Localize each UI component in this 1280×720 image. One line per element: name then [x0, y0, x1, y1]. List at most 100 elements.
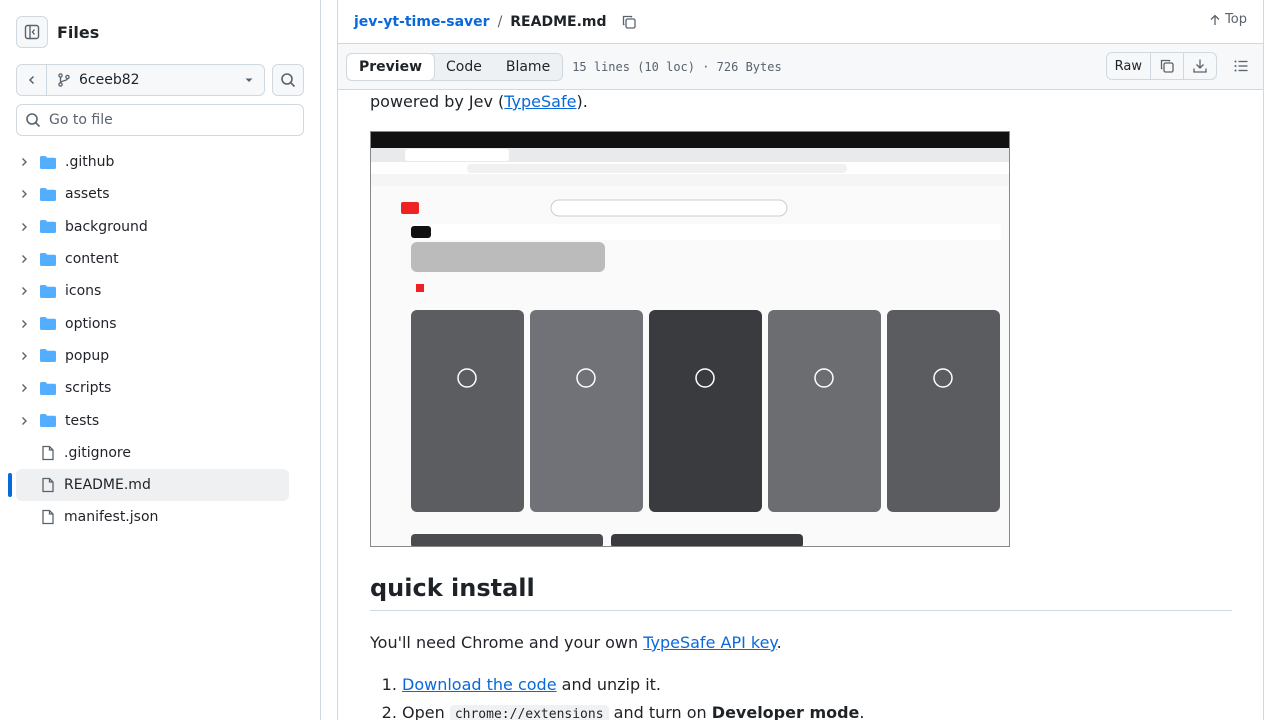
copy-raw-button[interactable]	[1151, 53, 1184, 79]
inline-code: chrome://extensions	[449, 705, 609, 720]
sidebar-header: Files	[16, 16, 99, 48]
typesafe-link[interactable]: TypeSafe	[504, 92, 576, 111]
tree-item-manifest[interactable]: manifest.json	[0, 501, 320, 533]
branch-selector[interactable]: 6ceeb82	[16, 64, 265, 96]
branch-row: 6ceeb82	[16, 64, 304, 96]
tree-item-label: .gitignore	[64, 444, 131, 461]
tree-item-gitignore[interactable]: .gitignore	[0, 437, 320, 469]
view-mode-tabs: Preview Code Blame	[346, 52, 564, 81]
section-heading-quick-install: quick install	[370, 574, 1232, 611]
readme-content: powered by Jev (TypeSafe). quick install…	[370, 90, 1232, 720]
breadcrumb-repo-link[interactable]: jev-yt-time-saver	[354, 14, 490, 30]
tab-blame[interactable]: Blame	[494, 54, 562, 80]
folder-icon	[39, 284, 57, 299]
back-button[interactable]	[17, 65, 47, 95]
breadcrumb: jev-yt-time-saver / README.md Top	[338, 0, 1263, 44]
chevron-right-icon[interactable]	[16, 416, 32, 426]
go-to-file-input[interactable]	[49, 112, 289, 128]
tree-item-github[interactable]: .github	[0, 146, 320, 178]
tab-preview[interactable]: Preview	[346, 52, 436, 81]
intro-suffix: ).	[576, 92, 588, 111]
folder-icon	[39, 219, 57, 234]
download-code-link[interactable]: Download the code	[402, 675, 557, 694]
search-icon	[26, 113, 41, 128]
branch-name[interactable]: 6ceeb82	[47, 72, 234, 88]
chevron-right-icon[interactable]	[16, 222, 32, 232]
chevron-right-icon[interactable]	[16, 254, 32, 264]
folder-icon	[39, 187, 57, 202]
tree-item-background[interactable]: background	[0, 211, 320, 243]
file-icon	[40, 445, 56, 461]
tree-item-label: background	[65, 218, 148, 235]
arrow-up-icon	[1210, 14, 1220, 25]
requirements-text: You'll need Chrome and your own	[370, 633, 644, 652]
file-tree-sidebar: Files 6ceeb82 .github	[0, 0, 321, 720]
search-files-button[interactable]	[272, 64, 304, 96]
tree-item-label: scripts	[65, 380, 112, 397]
step2-text: Open	[402, 703, 450, 720]
copy-icon	[1160, 59, 1174, 73]
step1-text: and unzip it.	[556, 675, 661, 694]
tree-item-scripts[interactable]: scripts	[0, 372, 320, 404]
tree-item-label: .github	[65, 154, 115, 171]
file-meta: 15 lines (10 loc) · 726 Bytes	[572, 59, 782, 74]
chevron-right-icon[interactable]	[16, 286, 32, 296]
file-toolbar: Preview Code Blame 15 lines (10 loc) · 7…	[338, 44, 1263, 90]
download-button[interactable]	[1184, 53, 1216, 79]
back-to-top-button[interactable]: Top	[1209, 12, 1247, 27]
list-item: Download the code and unzip it.	[402, 671, 865, 699]
go-to-file-field[interactable]	[16, 104, 304, 136]
tree-item-label: options	[65, 315, 117, 332]
chevron-right-icon[interactable]	[16, 351, 32, 361]
chevron-right-icon[interactable]	[16, 383, 32, 393]
tab-code[interactable]: Code	[434, 54, 494, 80]
tree-item-options[interactable]: options	[0, 307, 320, 339]
file-actions: Raw	[1105, 52, 1249, 80]
install-steps: Download the code and unzip it. Open chr…	[402, 671, 865, 720]
tree-item-label: manifest.json	[64, 509, 159, 526]
readme-screenshot	[370, 131, 1010, 547]
file-icon	[40, 509, 56, 525]
copy-path-button[interactable]	[621, 14, 637, 30]
list-unordered-icon	[1234, 60, 1248, 72]
screenshot-image	[371, 132, 1009, 546]
sidebar-collapse-icon	[24, 24, 40, 40]
selected-indicator	[8, 473, 12, 497]
folder-icon	[39, 413, 57, 428]
folder-icon	[39, 252, 57, 267]
list-item: Open chrome://extensions and turn on Dev…	[402, 699, 865, 720]
breadcrumb-separator: /	[497, 13, 503, 30]
chevron-right-icon[interactable]	[16, 189, 32, 199]
step2-mid: and turn on	[608, 703, 712, 720]
branch-dropdown-toggle[interactable]	[234, 75, 264, 85]
breadcrumb-file: README.md	[510, 13, 607, 30]
intro-text: powered by Jev (	[370, 92, 505, 111]
tree-item-label: assets	[65, 186, 110, 203]
step2-bold: Developer mode	[711, 703, 860, 720]
requirements-suffix: .	[776, 633, 782, 652]
intro-paragraph: powered by Jev (TypeSafe).	[370, 90, 1232, 114]
tree-item-label: popup	[65, 347, 110, 364]
chevron-right-icon[interactable]	[16, 157, 32, 167]
raw-button[interactable]: Raw	[1107, 53, 1151, 79]
tree-item-label: icons	[65, 283, 102, 300]
chevron-left-icon	[28, 75, 34, 85]
collapse-sidebar-button[interactable]	[16, 16, 48, 48]
tree-item-label: content	[65, 251, 119, 268]
tree-item-label: tests	[65, 412, 100, 429]
chevron-right-icon[interactable]	[16, 319, 32, 329]
file-tree: .github assets background content icons …	[0, 146, 320, 534]
tree-item-popup[interactable]: popup	[0, 340, 320, 372]
api-key-link[interactable]: TypeSafe API key	[643, 633, 776, 652]
tree-item-tests[interactable]: tests	[0, 404, 320, 436]
branch-label: 6ceeb82	[79, 72, 140, 88]
raw-actions-group: Raw	[1105, 52, 1217, 80]
step2-suffix: .	[859, 703, 865, 720]
outline-button[interactable]	[1233, 58, 1249, 74]
tree-item-readme[interactable]: README.md	[16, 468, 289, 502]
tree-item-content[interactable]: content	[0, 243, 320, 275]
tree-item-assets[interactable]: assets	[0, 178, 320, 210]
tree-item-icons[interactable]: icons	[0, 275, 320, 307]
requirements-paragraph: You'll need Chrome and your own TypeSafe…	[370, 631, 782, 655]
search-icon	[281, 73, 296, 88]
